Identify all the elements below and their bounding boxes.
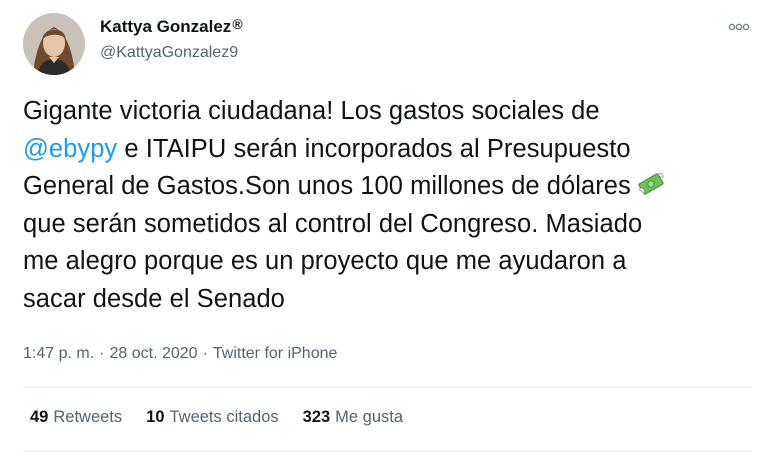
retweets-label: Retweets: [53, 408, 123, 426]
meta-separator: ·: [99, 345, 105, 362]
retweets-count: 49: [30, 408, 49, 426]
more-options-icon[interactable]: [728, 20, 750, 34]
tweet-text: Gigante victoria ciudadana! Los gastos s…: [23, 93, 758, 318]
tweet-line: General de Gastos.Son unos 100 millones …: [23, 168, 758, 206]
divider: [23, 387, 751, 388]
tweet-date[interactable]: 28 oct. 2020: [109, 345, 197, 363]
tweet-meta: 1:47 p. m. · 28 oct. 2020 · Twitter for …: [23, 345, 337, 363]
quotes-label: Tweets citados: [169, 408, 279, 426]
tweet-line: me alegro porque es un proyecto que me a…: [23, 247, 627, 275]
likes-label: Me gusta: [335, 408, 404, 426]
tweet-line-text: e ITAIPU serán incorporados al Presupues…: [117, 134, 631, 163]
tweet-line: que serán sometidos al control del Congr…: [23, 209, 643, 238]
money-with-wings-emoji: [638, 172, 664, 195]
tweet-stats: 49 Retweets 10 Tweets citados 323 Me gus…: [30, 408, 427, 427]
tweet-line: sacar desde el Senado: [23, 284, 285, 313]
mention-link[interactable]: @ebypy: [23, 135, 117, 163]
author-handle[interactable]: @KattyaGonzalez9: [100, 44, 238, 62]
divider: [23, 451, 751, 452]
author-display-name[interactable]: Kattya Gonzalez: [100, 17, 231, 37]
profile-photo-icon: [23, 13, 85, 75]
quotes-stat[interactable]: 10 Tweets citados: [146, 408, 279, 427]
tweet-line: @ebypy e ITAIPU serán incorporados al Pr…: [23, 131, 758, 169]
author-name-row[interactable]: Kattya Gonzalez ®: [100, 16, 243, 37]
tweet-line-text: General de Gastos.Son unos 100 millones …: [23, 172, 631, 200]
tweet-card: Kattya Gonzalez ® @KattyaGonzalez9 Gigan…: [0, 0, 770, 457]
tweet-line: Gigante victoria ciudadana! Los gastos s…: [23, 97, 600, 125]
registered-mark: ®: [232, 16, 243, 32]
retweets-stat[interactable]: 49 Retweets: [30, 408, 122, 427]
likes-stat[interactable]: 323 Me gusta: [303, 408, 403, 427]
avatar[interactable]: [23, 13, 85, 75]
quotes-count: 10: [146, 408, 165, 426]
meta-separator: ·: [202, 345, 208, 362]
tweet-source[interactable]: Twitter for iPhone: [213, 345, 338, 363]
tweet-time[interactable]: 1:47 p. m.: [23, 345, 94, 363]
likes-count: 323: [302, 408, 331, 426]
